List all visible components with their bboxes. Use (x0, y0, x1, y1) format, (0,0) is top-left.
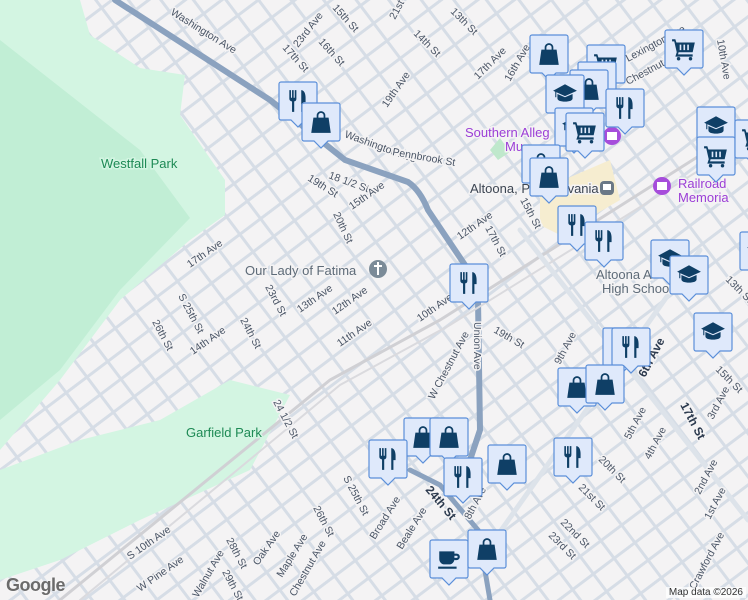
marker-pin (553, 437, 593, 484)
education-marker[interactable] (739, 231, 748, 277)
restaurant-marker[interactable] (368, 439, 408, 486)
grocery-marker[interactable] (734, 119, 748, 165)
marker-pin (734, 119, 748, 160)
restaurant-marker[interactable] (605, 88, 645, 135)
map-attribution[interactable]: Map data ©2026 (665, 587, 746, 598)
marker-pin (443, 457, 483, 504)
street-label: Union Ave (471, 322, 483, 370)
park-label-garfield: Garfield Park (186, 425, 262, 440)
museum-label-2[interactable]: Mu (504, 138, 525, 156)
shopping-marker[interactable] (585, 364, 625, 411)
education-marker[interactable] (693, 312, 733, 359)
church-icon[interactable] (369, 260, 387, 278)
marker-pin (584, 221, 624, 268)
shopping-marker[interactable] (467, 529, 507, 576)
restaurant-marker[interactable] (553, 437, 593, 484)
grocery-marker[interactable] (565, 112, 605, 159)
marker-pin (605, 88, 645, 135)
coffee-marker[interactable] (429, 539, 469, 586)
school-label[interactable]: Altoona A (595, 266, 654, 284)
shopping-marker[interactable] (429, 417, 469, 464)
marker-pin (664, 29, 704, 76)
shopping-marker[interactable] (487, 444, 527, 491)
train-station-icon[interactable] (600, 181, 614, 195)
shopping-marker[interactable] (529, 157, 569, 204)
marker-pin (368, 439, 408, 486)
grocery-marker[interactable] (696, 136, 736, 183)
restaurant-marker[interactable] (584, 221, 624, 268)
marker-pin (696, 136, 736, 183)
marker-pin (565, 112, 605, 159)
grocery-marker[interactable] (664, 29, 704, 76)
marker-pin (739, 231, 748, 271)
shopping-marker[interactable] (529, 34, 569, 81)
restaurant-marker[interactable] (443, 457, 483, 504)
park-label-westfall: Westfall Park (101, 156, 178, 171)
railroad-museum-icon[interactable] (653, 177, 671, 195)
restaurant-marker[interactable] (449, 263, 489, 310)
museum-label[interactable]: Southern Alleg (464, 124, 552, 142)
church-label[interactable]: Our Lady of Fatima (244, 262, 359, 280)
museum-icon[interactable] (603, 127, 621, 145)
railroad-museum-label-2[interactable]: Memoria (677, 189, 731, 207)
education-marker[interactable] (669, 255, 709, 302)
map-canvas[interactable]: Westfall Park Garfield Park Our Lady of … (0, 0, 748, 600)
shopping-marker[interactable] (301, 102, 341, 149)
google-logo[interactable]: Google (6, 575, 66, 596)
marker-pin (449, 263, 489, 310)
school-label-2[interactable]: High School (601, 280, 674, 298)
